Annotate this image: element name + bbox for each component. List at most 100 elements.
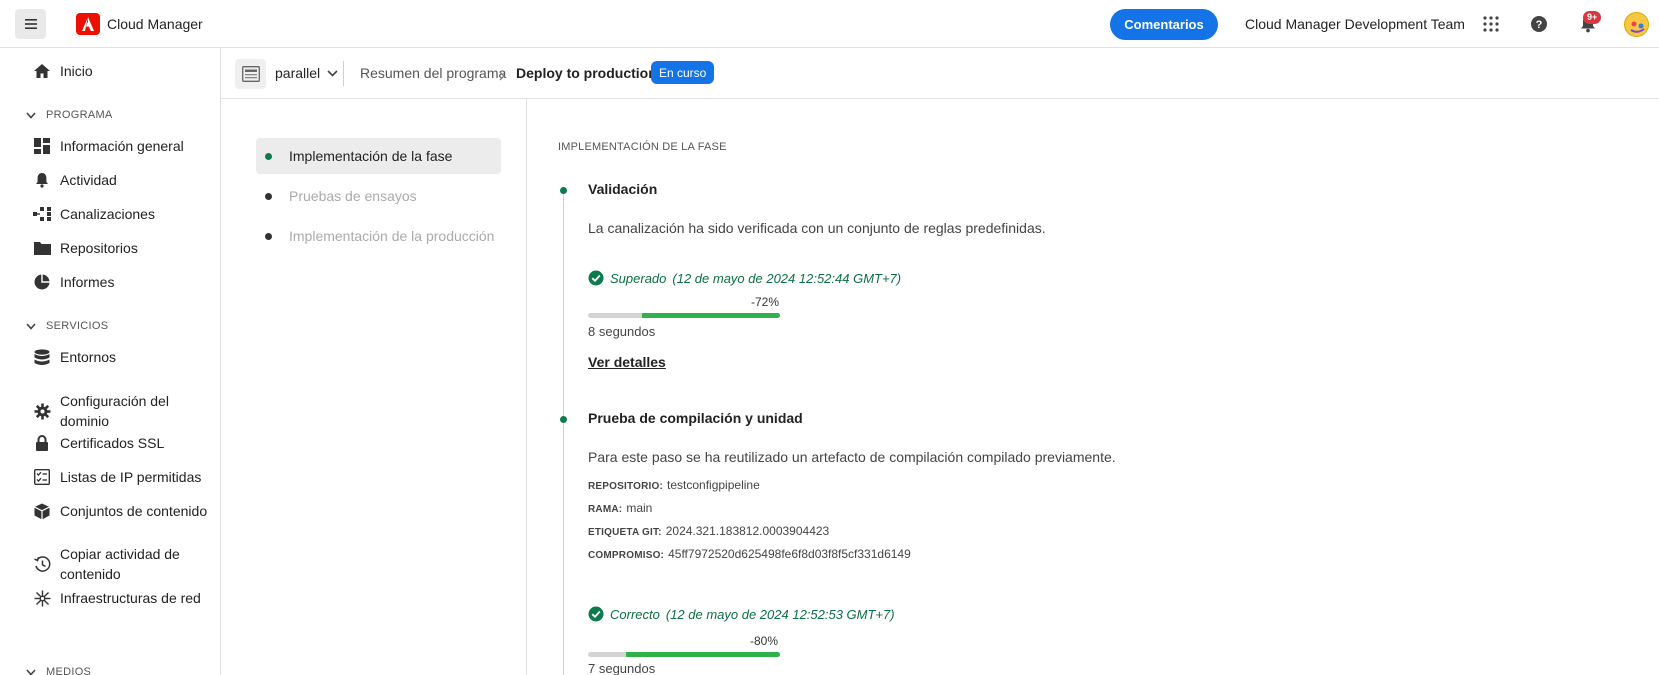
sidebar-item-label: Canalizaciones (60, 206, 155, 222)
build-field-commit: COMPROMISO: 45ff7972520d625498fe6f8d03f8… (588, 547, 911, 561)
field-key: ETIQUETA GIT: (588, 527, 662, 538)
sidebar-section-medios[interactable]: MEDIOS (26, 666, 91, 675)
build-duration: 7 segundos (588, 661, 656, 675)
sidebar-item-pipelines[interactable]: Canalizaciones (32, 204, 155, 224)
team-switcher[interactable]: Cloud Manager Development Team (1245, 16, 1465, 32)
validation-title: Validación (588, 181, 658, 197)
sidebar-item-activity[interactable]: Actividad (32, 170, 117, 190)
status-badge: En curso (651, 61, 715, 84)
program-name: parallel (275, 65, 321, 81)
breadcrumb: parallel Resumen del programa Deploy to … (221, 48, 1659, 99)
lock-icon (32, 433, 52, 453)
field-key: COMPROMISO: (588, 550, 665, 561)
sidebar-item-content-sets[interactable]: Conjuntos de contenido (32, 501, 207, 521)
chevron-down-icon (26, 111, 36, 119)
sidebar-item-label: Conjuntos de contenido (60, 503, 208, 519)
build-status: Correcto (12 de mayo de 2024 12:52:53 GM… (588, 606, 895, 622)
feedback-button[interactable]: Comentarios (1110, 9, 1218, 40)
sidebar-section-programa[interactable]: PROGRAMA (26, 109, 113, 121)
field-key: REPOSITORIO: (588, 481, 664, 492)
sidebar-section-title: MEDIOS (46, 666, 92, 675)
build-timestamp: (12 de mayo de 2024 12:52:53 GMT+7) (665, 606, 895, 622)
adobe-logo-icon[interactable] (76, 13, 100, 35)
step-status-dot (265, 192, 272, 200)
step-stage-testing[interactable]: Pruebas de ensayos (256, 178, 501, 214)
step-production-deployment[interactable]: Implementación de la producción (256, 218, 501, 254)
gear-icon (32, 401, 52, 421)
sidebar-item-label: Informes (60, 274, 115, 290)
breadcrumb-current: Deploy to production (516, 65, 657, 81)
validation-status: Superado (12 de mayo de 2024 12:52:44 GM… (588, 270, 901, 286)
chevron-down-icon (327, 69, 338, 77)
sidebar-section-servicios[interactable]: SERVICIOS (26, 320, 108, 332)
sidebar-item-environments[interactable]: Entornos (32, 347, 116, 367)
sidebar-item-label: Repositorios (60, 240, 138, 256)
menu-button[interactable] (15, 9, 46, 39)
sidebar-item-home[interactable]: Inicio (32, 61, 93, 81)
chevron-down-icon (26, 668, 36, 675)
validation-description: La canalización ha sido verificada con u… (588, 220, 1046, 236)
validation-timestamp: (12 de mayo de 2024 12:52:44 GMT+7) (672, 270, 902, 286)
step-stage-deployment[interactable]: Implementación de la fase (256, 138, 501, 174)
validation-status-label: Superado (610, 270, 667, 286)
top-bar: Cloud Manager Comentarios Cloud Manager … (0, 0, 1659, 48)
sidebar-item-label: Listas de IP permitidas (60, 469, 202, 485)
sidebar-item-ssl-certificates[interactable]: Certificados SSL (32, 433, 164, 453)
field-value: testconfigpipeline (667, 478, 760, 492)
timeline-dot (560, 416, 567, 423)
build-field-repository: REPOSITORIO: testconfigpipeline (588, 478, 760, 492)
breadcrumb-program-summary[interactable]: Resumen del programa (360, 65, 506, 81)
sidebar-section-title: SERVICIOS (46, 320, 109, 332)
bell-icon (32, 170, 52, 190)
sidebar-section-title: PROGRAMA (46, 109, 113, 121)
validation-percent: -72% (751, 295, 780, 309)
menu-icon (24, 19, 37, 29)
network-icon (32, 588, 52, 608)
database-icon (32, 347, 52, 367)
sidebar-item-domain-settings[interactable]: Configuración del dominio (32, 393, 200, 429)
step-label: Implementación de la producción (289, 228, 495, 244)
field-key: RAMA: (588, 504, 623, 515)
program-switcher[interactable]: parallel (275, 65, 338, 81)
app-title[interactable]: Cloud Manager (107, 16, 203, 32)
step-label: Pruebas de ensayos (289, 188, 417, 204)
notification-badge: 9+ (1583, 11, 1602, 24)
timeline-line (563, 190, 564, 675)
field-value: 2024.321.183812.0003904423 (665, 524, 830, 538)
help-icon[interactable]: ? (1528, 13, 1550, 35)
avatar[interactable] (1624, 12, 1649, 37)
sidebar: Inicio PROGRAMA Información general Acti… (0, 48, 221, 675)
build-field-branch: RAMA: main (588, 501, 652, 515)
sidebar-item-label: Entornos (60, 349, 117, 365)
field-value: main (626, 501, 653, 515)
sidebar-item-network-infrastructure[interactable]: Infraestructuras de red (32, 588, 201, 608)
progress-fill (641, 313, 780, 318)
sidebar-item-label: Certificados SSL (60, 435, 165, 451)
svg-text:?: ? (1536, 19, 1543, 31)
chevron-down-icon (26, 322, 36, 330)
sidebar-item-label: Copiar actividad de contenido (60, 546, 180, 582)
home-icon (32, 61, 52, 81)
sidebar-item-label: Inicio (60, 63, 93, 79)
program-icon[interactable] (235, 59, 266, 89)
view-details-link[interactable]: Ver detalles (588, 354, 666, 370)
sidebar-item-label: Configuración del dominio (60, 393, 169, 429)
step-status-dot (265, 232, 272, 240)
sidebar-item-overview[interactable]: Información general (32, 136, 184, 156)
step-label: Implementación de la fase (289, 148, 453, 164)
timeline-dot (560, 187, 567, 194)
validation-progress-bar (588, 313, 780, 318)
step-status-dot (265, 152, 272, 160)
progress-fill (626, 652, 780, 657)
apps-grid-icon[interactable] (1480, 13, 1502, 35)
pipeline-steps: Implementación de la fase Pruebas de ens… (221, 99, 527, 675)
sidebar-item-repositories[interactable]: Repositorios (32, 238, 138, 258)
history-icon (32, 554, 52, 574)
sidebar-item-label: Actividad (60, 172, 117, 188)
dashboard-icon (32, 136, 52, 156)
pie-chart-icon (32, 272, 52, 292)
sidebar-item-content-copy-activity[interactable]: Copiar actividad de contenido (32, 546, 200, 582)
sidebar-item-reports[interactable]: Informes (32, 272, 114, 292)
check-circle-icon (588, 270, 604, 286)
sidebar-item-ip-allowlists[interactable]: Listas de IP permitidas (32, 467, 201, 487)
